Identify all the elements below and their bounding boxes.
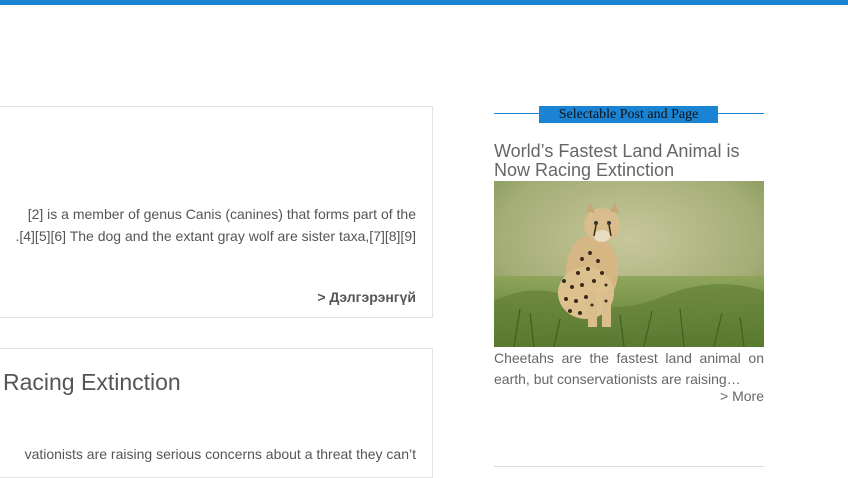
sidebar-divider: [494, 466, 764, 467]
read-more-link[interactable]: > Дэлгэрэнгүй: [317, 289, 416, 305]
widget-post-title[interactable]: World’s Fastest Land Animal is Now Racin…: [494, 142, 764, 180]
post-title[interactable]: Racing Extinction: [3, 369, 181, 396]
widget-heading: Selectable Post and Page: [494, 106, 764, 124]
post-card: [2] is a member of genus Canis (canines)…: [0, 106, 433, 318]
post-excerpt: [2] is a member of genus Canis (canines)…: [0, 203, 416, 247]
post-excerpt: vationists are raising serious concerns …: [0, 443, 416, 465]
post-excerpt-line: vationists are raising serious concerns …: [24, 446, 416, 462]
post-card: Racing Extinction vationists are raising…: [0, 348, 433, 478]
widget-title: Selectable Post and Page: [539, 106, 718, 123]
more-link[interactable]: > More: [720, 388, 764, 404]
selectable-post-widget: Selectable Post and Page World’s Fastest…: [494, 106, 764, 404]
post-excerpt-line: .[4][5][6] The dog and the extant gray w…: [15, 228, 416, 244]
post-excerpt-line: [2] is a member of genus Canis (canines)…: [27, 206, 416, 222]
top-accent-bar: [0, 0, 848, 5]
widget-excerpt-line: Cheetahs are the fastest land animal on: [494, 350, 764, 366]
cheetah-illustration: [494, 181, 764, 347]
cheetah-photo[interactable]: [494, 181, 764, 347]
widget-excerpt: Cheetahs are the fastest land animal on …: [494, 348, 764, 390]
widget-excerpt-line: earth, but conservationists are raising…: [494, 371, 741, 387]
